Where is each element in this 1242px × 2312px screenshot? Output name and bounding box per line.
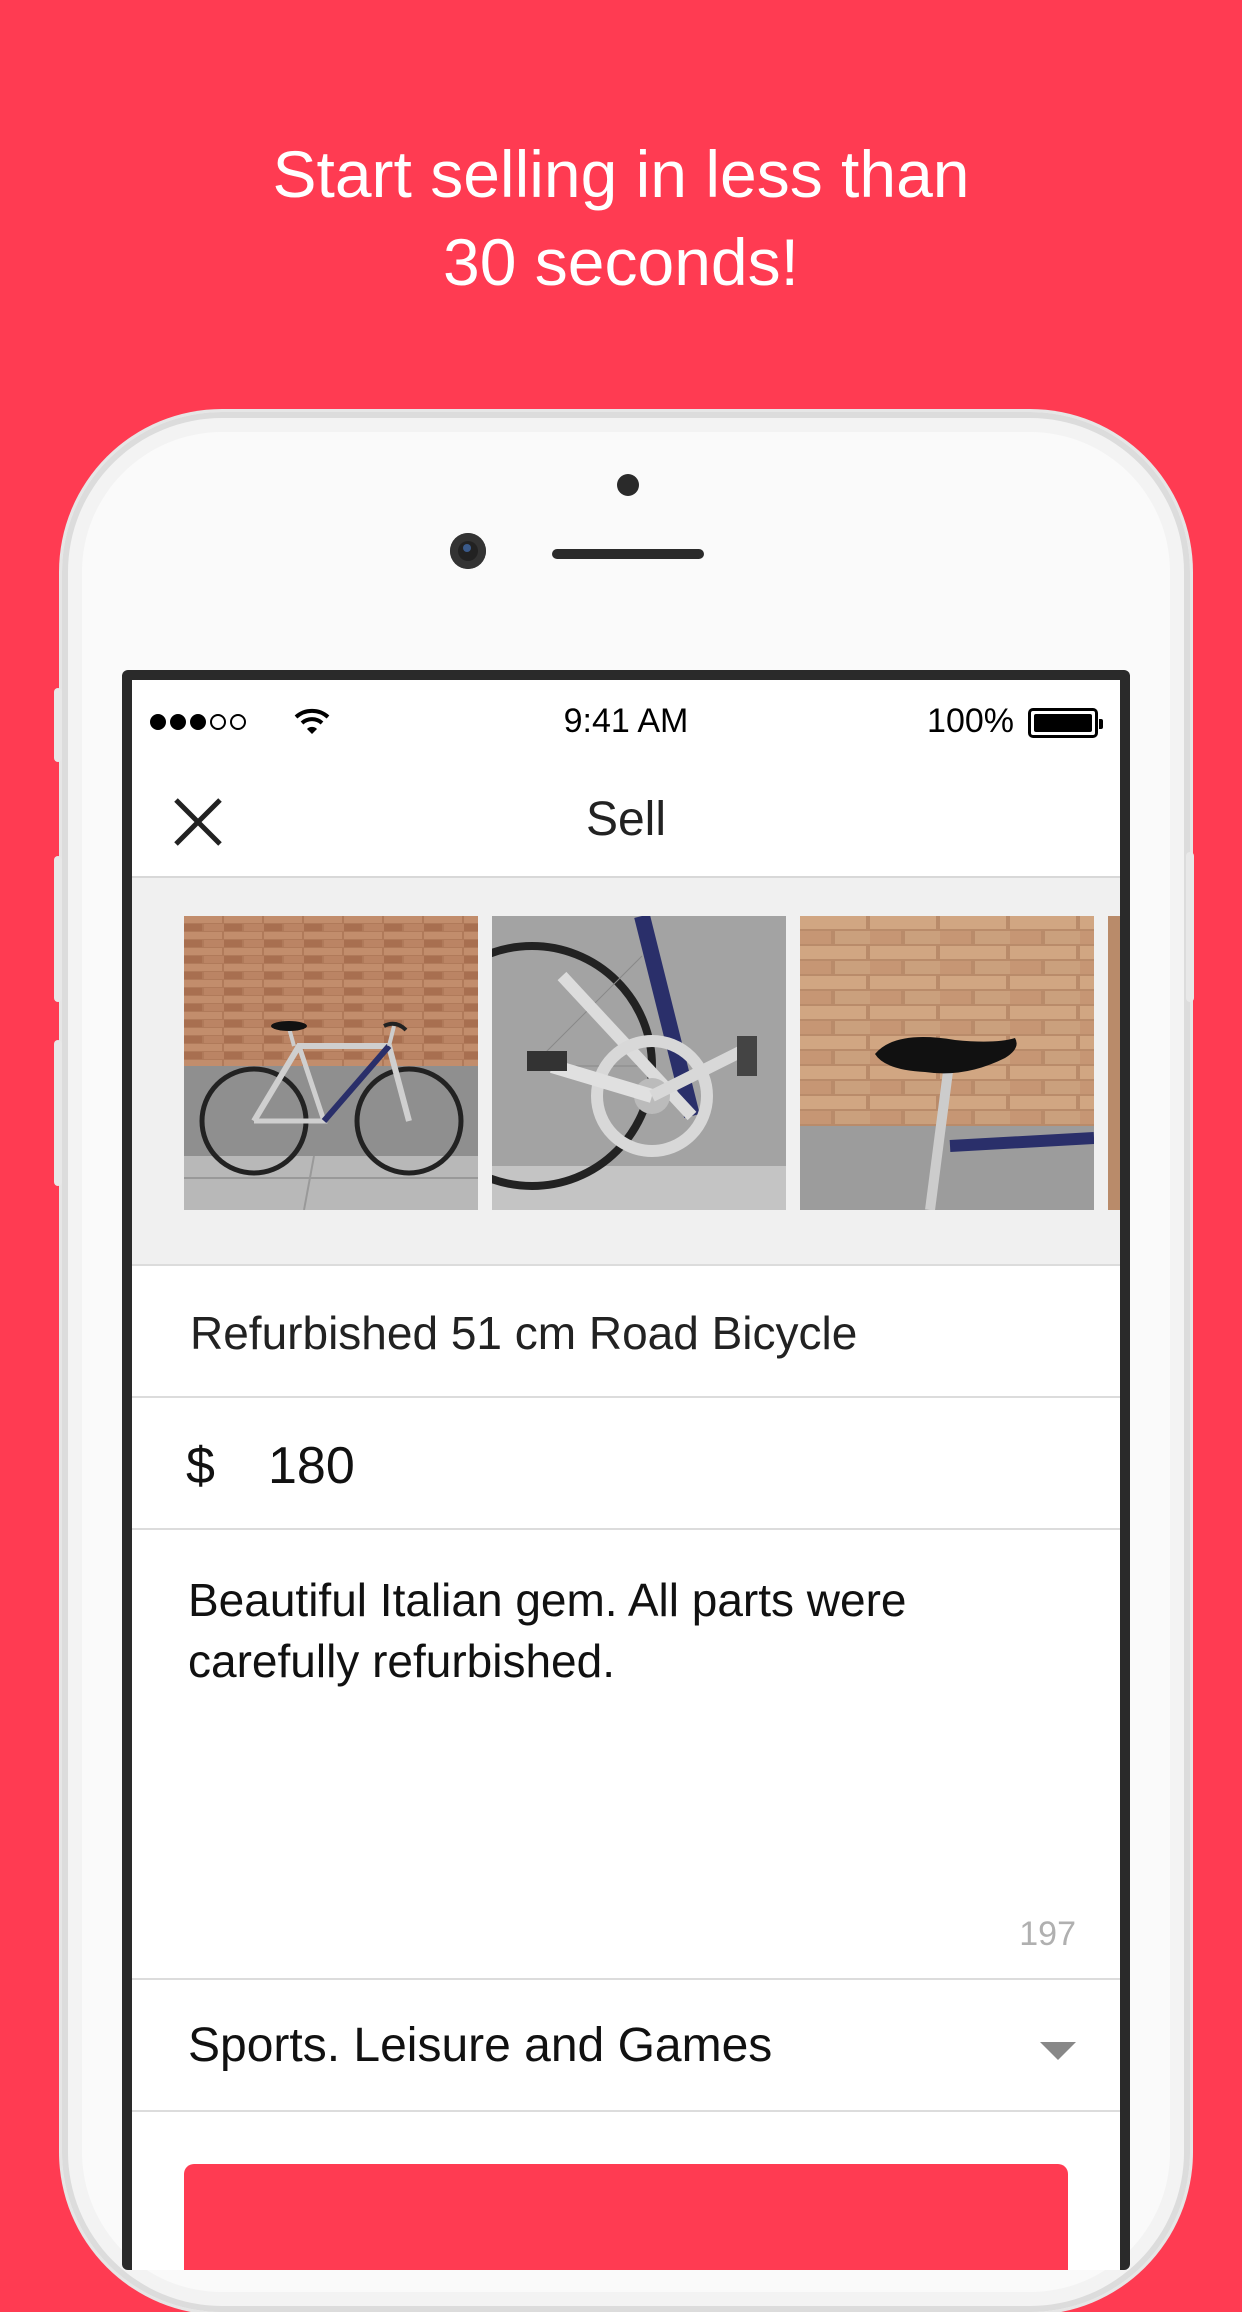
phone-volume-down [54, 1040, 62, 1186]
category-select[interactable]: Sports. Leisure and Games [132, 1980, 1120, 2112]
status-bar: 9:41 AM 100% [132, 680, 1120, 760]
title-input[interactable]: Refurbished 51 cm Road Bicycle [190, 1306, 857, 1360]
price-field[interactable]: $ 180 [132, 1398, 1120, 1530]
price-input[interactable]: 180 [268, 1436, 355, 1496]
phone-earpiece [552, 549, 704, 559]
photo-thumbnail-3[interactable] [800, 916, 1094, 1210]
battery-percentage: 100% [927, 702, 1014, 740]
title-field[interactable]: Refurbished 51 cm Road Bicycle [132, 1266, 1120, 1398]
submit-button[interactable] [184, 2164, 1068, 2270]
category-value: Sports. Leisure and Games [188, 2019, 773, 2072]
phone-proximity-sensor [617, 474, 639, 496]
phone-front-camera [450, 533, 486, 569]
phone-screen: 9:41 AM 100% Sell Refurbished 51 cm Road… [122, 670, 1130, 2270]
promo-line-2: 30 seconds! [443, 225, 799, 299]
photo-thumbnail-2[interactable] [492, 916, 786, 1210]
page-title: Sell [585, 793, 667, 846]
promo-line-1: Start selling in less than [272, 137, 970, 211]
app-screen: 9:41 AM 100% Sell Refurbished 51 cm Road… [132, 680, 1120, 2270]
photo-thumbnail-1[interactable] [184, 916, 478, 1210]
phone-power-button [1186, 852, 1194, 1002]
description-field[interactable]: Beautiful Italian gem. All parts were ca… [132, 1530, 1120, 1980]
caret-down-icon [1040, 2042, 1076, 2060]
phone-mute-switch [54, 688, 62, 762]
phone-volume-up [54, 856, 62, 1002]
photo-carousel[interactable] [132, 878, 1120, 1266]
battery-icon [1028, 708, 1103, 738]
promo-headline: Start selling in less than 30 seconds! [0, 130, 1242, 306]
currency-label: $ [186, 1437, 215, 1495]
photo-thumbnail-4[interactable] [1108, 916, 1120, 1210]
nav-bar: Sell [132, 760, 1120, 878]
description-input[interactable]: Beautiful Italian gem. All parts were ca… [188, 1570, 1048, 1692]
character-count: 197 [1019, 1915, 1076, 1953]
